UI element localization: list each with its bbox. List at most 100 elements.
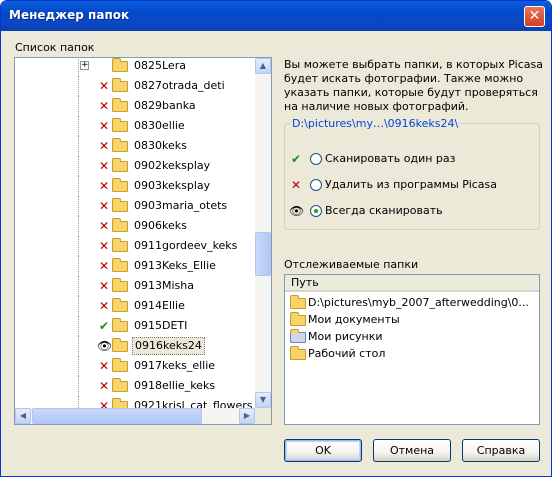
scan-once-radio[interactable]	[310, 153, 322, 165]
folder-tree-row[interactable]: ✕ 0914Ellie	[15, 296, 255, 316]
tree-guide-line	[78, 76, 80, 96]
folder-name: 0915DETI	[134, 319, 188, 332]
folder-tree-row[interactable]: ✕ 0829banka	[15, 96, 255, 116]
vertical-scrollbar[interactable]: ▲ ▼	[255, 58, 271, 408]
folder-tree-row[interactable]: ✕ 0913Misha	[15, 276, 255, 296]
tree-guide-line	[78, 216, 80, 236]
folder-tree-row[interactable]: ✕ 0913Keks_Ellie	[15, 256, 255, 276]
info-text: Вы можете выбрать папки, в которых Picas…	[284, 58, 543, 113]
excluded-x-icon: ✕	[98, 179, 110, 193]
folder-tree-row[interactable]: ✕ 0903keksplay	[15, 176, 255, 196]
always-scan-label: Всегда сканировать	[325, 204, 443, 217]
folder-icon	[112, 258, 128, 272]
title-bar[interactable]: Менеджер папок ✕	[1, 1, 551, 31]
folder-tree-row[interactable]: ✔ 0915DETI	[15, 316, 255, 336]
excluded-x-icon: ✕	[98, 259, 110, 273]
remove-radio[interactable]	[310, 179, 322, 191]
folder-icon	[112, 198, 128, 212]
selected-folder-path: D:\pictures\my…\0916keks24\	[290, 117, 461, 130]
folder-tree-row[interactable]: ✕ 0903maria_otets	[15, 196, 255, 216]
excluded-x-icon: ✕	[98, 219, 110, 233]
scroll-down-button[interactable]: ▼	[255, 392, 271, 408]
watched-folders-label: Отслеживаемые папки	[284, 258, 419, 271]
excluded-x-icon: ✕	[98, 159, 110, 173]
always-scan-eye-icon: 👁	[97, 339, 113, 353]
ok-button[interactable]: OK	[284, 439, 362, 462]
expand-toggle-icon[interactable]: +	[80, 61, 89, 70]
scroll-up-button[interactable]: ▲	[255, 58, 271, 74]
folder-name: 0917keks_ellie	[134, 359, 216, 372]
folder-tree-row[interactable]: ✕ 0827otrada_deti	[15, 76, 255, 96]
folder-tree-row[interactable]: ✕ 0830keks	[15, 136, 255, 156]
folder-name: 0827otrada_deti	[134, 79, 225, 92]
tree-guide-line	[78, 96, 80, 116]
folder-name: 0913Keks_Ellie	[134, 259, 216, 272]
folder-tree-row[interactable]: ✕ 0902keksplay	[15, 156, 255, 176]
folder-icon	[290, 295, 306, 309]
path-column-header[interactable]: Путь	[285, 275, 539, 292]
close-button[interactable]: ✕	[524, 6, 545, 27]
folder-name: 0913Misha	[134, 279, 194, 292]
tree-guide-line	[78, 156, 80, 176]
help-button[interactable]: Справка	[462, 439, 540, 462]
tree-guide-line	[78, 196, 80, 216]
check-icon: ✔	[290, 152, 302, 166]
folder-tree-row[interactable]: ✕ 0906keks	[15, 216, 255, 236]
scroll-left-button[interactable]: ◀	[15, 408, 31, 424]
folder-icon	[112, 278, 128, 292]
excluded-x-icon: ✕	[98, 359, 110, 373]
watched-row-text: Мои рисунки	[308, 330, 383, 343]
folder-name: 0906keks	[134, 219, 187, 232]
folder-name: 0902keksplay	[134, 159, 211, 172]
vertical-scroll-thumb[interactable]	[255, 232, 271, 276]
folder-icon	[112, 358, 128, 372]
tree-guide-line	[78, 116, 80, 136]
watched-row-text: Мои документы	[308, 313, 400, 326]
folder-icon	[290, 346, 306, 360]
eye-icon: 👁	[289, 204, 305, 218]
pictures-folder-icon	[290, 329, 306, 343]
folder-icon	[112, 238, 128, 252]
folder-tree-row[interactable]: ✕ 0911gordeev_keks	[15, 236, 255, 256]
folder-tree-row[interactable]: ✕ 0917keks_ellie	[15, 356, 255, 376]
excluded-x-icon: ✕	[98, 279, 110, 293]
always-scan-radio[interactable]	[310, 205, 322, 217]
cancel-button[interactable]: Отмена	[373, 439, 451, 462]
tree-guide-line	[78, 376, 80, 396]
folder-tree-row[interactable]: 👁 0916keks24	[15, 336, 255, 356]
watched-folders-list[interactable]: Путь D:\pictures\myb_2007_afterwedding\0…	[284, 274, 540, 425]
scroll-right-button[interactable]: ▶	[239, 408, 255, 424]
horizontal-scroll-thumb[interactable]	[32, 408, 202, 424]
folder-icon	[112, 58, 128, 72]
folder-name: 0903maria_otets	[134, 199, 228, 212]
folder-tree-row[interactable]: ✕ 0918ellie_keks	[15, 376, 255, 396]
folder-icon	[112, 98, 128, 112]
folder-name: 0829banka	[134, 99, 196, 112]
folder-icon	[112, 178, 128, 192]
excluded-x-icon: ✕	[98, 99, 110, 113]
folder-name: 0830keks	[134, 139, 187, 152]
folder-name: 0916keks24	[132, 337, 205, 355]
scan-once-label: Сканировать один раз	[325, 152, 456, 165]
scrollbar-corner	[255, 408, 271, 424]
folder-name: 0914Ellie	[134, 299, 185, 312]
folder-tree-row[interactable]: ✕ 0830ellie	[15, 116, 255, 136]
watched-row-text: D:\pictures\myb_2007_afterwedding\0...	[308, 296, 529, 309]
horizontal-scrollbar[interactable]: ◀ ▶	[15, 408, 255, 424]
folder-icon	[112, 218, 128, 232]
watched-row-text: Рабочий стол	[308, 347, 386, 360]
folder-name: 0825Lera	[134, 59, 186, 72]
excluded-x-icon: ✕	[98, 119, 110, 133]
folder-name: 0903keksplay	[134, 179, 211, 192]
folder-tree-row[interactable]: +0825Lera	[15, 58, 255, 76]
folder-icon	[112, 138, 128, 152]
folder-tree[interactable]: +0825Lera ✕ 0827otrada_deti ✕ 0829banka ✕ 0830…	[14, 57, 272, 425]
tree-guide-line	[78, 336, 80, 356]
folder-icon	[112, 118, 128, 132]
folder-list-label: Список папок	[15, 41, 95, 54]
scan-once-check-icon: ✔	[98, 319, 110, 333]
folder-name: 0830ellie	[134, 119, 185, 132]
folder-name: 0918ellie_keks	[134, 379, 216, 392]
excluded-x-icon: ✕	[98, 79, 110, 93]
remove-icon: ✕	[290, 178, 302, 192]
